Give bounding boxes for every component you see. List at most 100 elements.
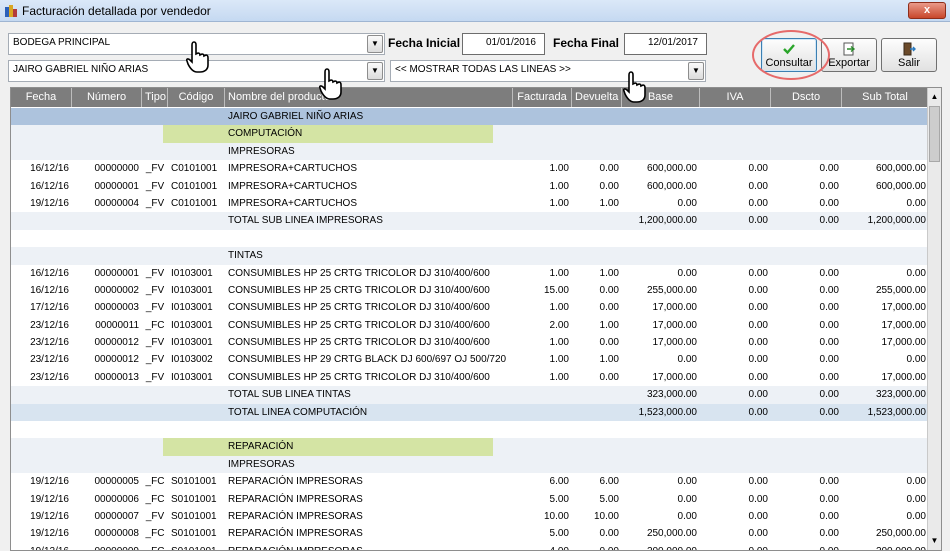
cell-discount: 0.00 <box>819 510 839 522</box>
cell-vat <box>700 438 771 455</box>
scroll-thumb[interactable] <box>929 106 940 162</box>
cell-code: I0103001 <box>171 284 213 296</box>
col-base[interactable]: Base <box>622 88 700 107</box>
cell-subtotal: 0.00 <box>906 197 926 209</box>
table-row[interactable]: 23/12/16 00000013 _FV I0103001 CONSUMIBLES H… <box>11 369 929 386</box>
results-grid[interactable]: Fecha Número Tipo Código Nombre del prod… <box>10 87 942 551</box>
scroll-down-icon[interactable]: ▼ <box>928 534 941 548</box>
cell-code: I0103001 <box>171 319 213 331</box>
cell-billed <box>513 456 572 473</box>
table-row[interactable]: 19/12/1600000009_FCS0101001REPARACIÓN IM… <box>11 543 929 550</box>
table-row[interactable]: 19/12/16 00000005 _FC S0101001 REPARACIÓN IM… <box>11 473 929 490</box>
table-row[interactable]: TOTAL SUB LINEA TINTAS 323,000.00 0.00 0.00… <box>11 386 929 404</box>
col-type[interactable]: Tipo <box>142 88 168 107</box>
table-row[interactable]: 19/12/16 00000007 _FV S0101001 REPARACIÓN IM… <box>11 508 929 525</box>
cell-discount: 0.00 <box>819 354 839 366</box>
col-vat[interactable]: IVA <box>700 88 771 107</box>
table-row[interactable]: COMPUTACIÓN <box>11 125 929 143</box>
table-row[interactable]: 19/12/16 00000006 _FC S0101001 REPARACIÓN IM… <box>11 491 929 508</box>
cell-code <box>168 386 225 403</box>
chevron-down-icon[interactable]: ▼ <box>688 62 704 80</box>
col-product-name[interactable]: Nombre del producto <box>225 88 513 107</box>
table-row[interactable] <box>11 230 929 247</box>
warehouse-select[interactable]: BODEGA PRINCIPAL ▼ <box>8 33 385 55</box>
product-line-value: << MOSTRAR TODAS LAS LINEAS >> <box>395 64 571 75</box>
seller-select[interactable]: JAIRO GABRIEL NIÑO ARIAS ▼ <box>8 60 385 82</box>
cell-billed <box>513 143 572 160</box>
cell-date: 23/12/16 <box>30 337 69 349</box>
cell-number: 00000013 <box>94 371 140 383</box>
grid-rows: JAIRO GABRIEL NIÑO ARIAS COMPUTACIÓN IMPRE… <box>11 108 929 550</box>
scroll-up-icon[interactable]: ▲ <box>928 90 941 104</box>
cell-base: 255,000.00 <box>646 284 697 296</box>
cell-vat: 0.00 <box>748 197 768 209</box>
table-row[interactable]: 23/12/16 00000012 _FV I0103002 CONSUMIBLES H… <box>11 351 929 368</box>
cell-base: 0.00 <box>677 493 697 505</box>
cell-type <box>142 247 168 264</box>
col-subtotal[interactable]: Sub Total <box>842 88 929 107</box>
cell-product: REPARACIÓN IMPRESORAS <box>228 528 363 540</box>
start-date-field[interactable]: 01/01/2016 <box>462 33 545 55</box>
exit-button[interactable]: Salir <box>881 38 937 72</box>
cell-billed: 4.00 <box>513 543 572 550</box>
product-line-select[interactable]: << MOSTRAR TODAS LAS LINEAS >> ▼ <box>390 60 706 82</box>
consult-button[interactable]: Consultar <box>761 38 817 72</box>
cell-discount: 0.00 <box>819 371 839 383</box>
table-row[interactable]: IMPRESORAS <box>11 455 929 474</box>
app-icon <box>5 5 17 17</box>
col-number[interactable]: Número <box>72 88 142 107</box>
cell-subtotal: 0.00 <box>906 354 926 366</box>
cell-base: 1,523,000.00 <box>638 406 697 418</box>
cell-number <box>72 108 142 125</box>
table-row[interactable]: 17/12/16 00000003 _FV I0103001 CONSUMIBLES H… <box>11 299 929 316</box>
cell-subtotal: 200,000.00 <box>842 543 929 550</box>
cell-type: _FC <box>145 319 165 331</box>
cell-billed: 5.00 <box>549 493 569 505</box>
table-row[interactable]: TOTAL SUB LINEA IMPRESORAS 1,200,000.00 0.… <box>11 212 929 230</box>
end-date-field[interactable]: 12/01/2017 <box>624 33 707 55</box>
table-row[interactable]: 16/12/16 00000002 _FV I0103001 CONSUMIBLES H… <box>11 282 929 299</box>
table-row[interactable]: 16/12/16 00000001 _FV I0103001 CONSUMIBLES H… <box>11 265 929 282</box>
table-row[interactable]: 16/12/16 00000001 _FV C0101001 IMPRESORA+CAR… <box>11 178 929 195</box>
cell-subtotal <box>842 247 929 264</box>
table-row[interactable]: 23/12/16 00000012 _FV I0103001 CONSUMIBLES H… <box>11 334 929 351</box>
close-button[interactable]: x <box>908 2 946 19</box>
cell-number: 00000003 <box>94 302 140 314</box>
col-code[interactable]: Código <box>168 88 225 107</box>
cell-vat: 0.00 <box>748 180 768 192</box>
table-row[interactable]: 16/12/16 00000000 _FV C0101001 IMPRESORA+CAR… <box>11 160 929 177</box>
table-row[interactable]: 19/12/16 00000004 _FV C0101001 IMPRESORA+CAR… <box>11 195 929 212</box>
cell-discount: 0.00 <box>819 163 839 175</box>
table-row[interactable]: IMPRESORAS <box>11 142 929 161</box>
cell-subtotal: 17,000.00 <box>881 302 927 314</box>
cell-vat: 0.00 <box>748 302 768 314</box>
cell-base: 600,000.00 <box>646 163 697 175</box>
cell-product: REPARACIÓN IMPRESORAS <box>228 493 363 505</box>
table-row[interactable]: REPARACIÓN <box>11 438 929 456</box>
col-date[interactable]: Fecha <box>11 88 72 107</box>
cell-type: _FC <box>145 493 165 505</box>
table-row[interactable]: TOTAL LINEA COMPUTACIÓN 1,523,000.00 0.00 0… <box>11 403 929 422</box>
cell-product: CONSUMIBLES HP 25 CRTG TRICOLOR DJ 310/4… <box>228 267 490 279</box>
export-icon <box>843 42 856 56</box>
cell-base: 0.00 <box>677 197 697 209</box>
table-row[interactable]: 23/12/16 00000011 _FC I0103001 CONSUMIBLES H… <box>11 317 929 334</box>
export-button[interactable]: Exportar <box>821 38 877 72</box>
vertical-scrollbar[interactable]: ▲ ▼ <box>927 88 941 550</box>
cell-discount: 0.00 <box>819 302 839 314</box>
table-row[interactable]: TINTAS <box>11 247 929 265</box>
table-row[interactable] <box>11 421 929 438</box>
col-discount[interactable]: Dscto <box>771 88 842 107</box>
table-row[interactable]: JAIRO GABRIEL NIÑO ARIAS <box>11 108 929 126</box>
cell-billed <box>513 108 572 125</box>
col-returned[interactable]: Devuelta <box>572 88 622 107</box>
cell-discount <box>771 143 842 160</box>
chevron-down-icon[interactable]: ▼ <box>367 35 383 53</box>
chevron-down-icon[interactable]: ▼ <box>367 62 383 80</box>
cell-vat: 0.00 <box>748 528 768 540</box>
col-billed[interactable]: Facturada <box>513 88 572 107</box>
cell-billed: 6.00 <box>549 476 569 488</box>
cell-type <box>142 421 168 438</box>
table-row[interactable]: 19/12/16 00000008 _FC S0101001 REPARACIÓN IM… <box>11 525 929 542</box>
cell-date <box>11 386 72 403</box>
